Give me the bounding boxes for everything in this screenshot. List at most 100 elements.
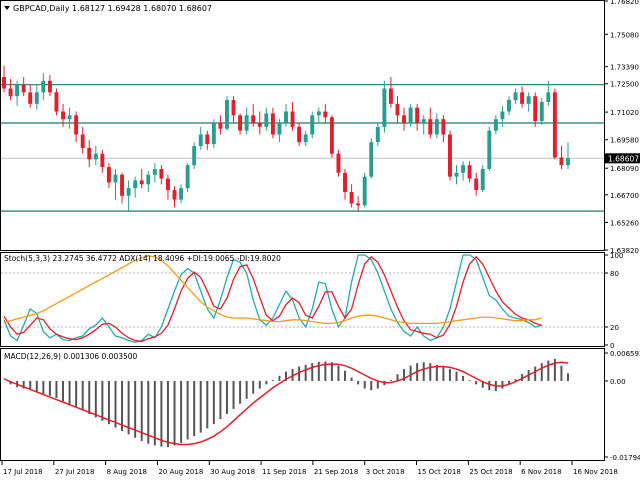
macd-label: MACD(12,26,9) 0.001306 0.003500 [4,352,138,361]
bearish-candle [54,92,59,112]
bullish-candle [244,115,249,131]
bearish-candle [218,123,223,129]
bearish-candle [467,165,472,179]
price-tick-label: 1.72500 [610,81,639,89]
price-tick-label: 1.66700 [610,192,639,200]
price-tick-label: 1.71020 [610,109,639,117]
bearish-candle [21,84,26,93]
bullish-candle [566,158,570,166]
bearish-candle [533,96,538,122]
time-tick-label: 16 Nov 2018 [573,468,618,476]
bullish-candle [362,176,367,206]
bullish-candle [93,153,98,160]
bullish-candle [264,113,269,127]
trading-chart-window[interactable]: GBPCAD,Daily 1.68127 1.69428 1.68070 1.6… [0,0,640,480]
bearish-candle [61,111,65,120]
bearish-candle [323,111,328,118]
stochastic-label: Stoch(5,3,3) 23.2745 36.4772 ADX(14) 18.… [4,254,281,263]
stochastic-tick-label: 0 [610,342,614,350]
price-tick-label: 1.69580 [610,137,639,145]
price-tick-label: 1.76820 [610,0,639,6]
time-tick-label: 8 Aug 2018 [107,468,147,476]
time-tick-label: 17 Jul 2018 [3,468,43,476]
bearish-candle [120,174,125,196]
bullish-candle [546,92,551,102]
bearish-candle [2,77,6,89]
bearish-candle [205,134,210,145]
bullish-candle [487,130,492,169]
bullish-candle [113,174,118,183]
bearish-candle [356,203,361,206]
bearish-candle [552,92,557,158]
bearish-candle [159,168,164,179]
bearish-candle [165,178,170,191]
bearish-candle [395,103,400,116]
bearish-candle [474,178,479,191]
bullish-candle [539,101,544,122]
bearish-candle [336,153,341,173]
bullish-candle [461,165,466,173]
bullish-candle [316,111,321,116]
bullish-candle [41,80,46,93]
bearish-candle [251,115,256,124]
time-tick-label: 6 Nov 2018 [521,468,561,476]
time-tick-label: 20 Aug 2018 [158,468,203,476]
bullish-candle [152,168,157,175]
bearish-candle [47,80,52,93]
bearish-candle [388,88,393,104]
bearish-candle [257,123,262,127]
bullish-candle [375,126,380,143]
bullish-candle [185,165,190,189]
bearish-candle [297,126,302,143]
bullish-candle [277,123,282,135]
bullish-candle [192,145,197,166]
bearish-candle [238,115,243,131]
bearish-candle [106,167,111,183]
bullish-candle [507,100,511,112]
stochastic-tick-label: 20 [610,324,619,332]
bearish-candle [559,157,564,166]
bullish-candle [480,168,485,191]
bullish-candle [34,92,39,104]
stochastic-tick-label: 100 [610,252,623,260]
price-tick-label: 1.75080 [610,31,639,39]
chart-canvas[interactable]: GBPCAD,Daily 1.68127 1.69428 1.68070 1.6… [0,0,640,480]
bearish-candle [402,115,407,124]
bearish-candle [87,147,92,160]
bearish-candle [270,113,275,135]
bearish-candle [447,134,452,177]
macd-tick-label: 0.006592 [610,350,640,358]
bullish-candle [211,123,216,145]
bullish-candle [284,111,288,124]
bearish-candle [8,88,13,97]
bullish-candle [526,96,531,104]
bearish-candle [329,117,334,154]
macd-tick-label: 0.00 [610,378,626,386]
price-tick-label: 1.68090 [610,165,639,173]
bearish-candle [441,119,446,135]
time-tick-label: 25 Oct 2018 [469,468,512,476]
bullish-candle [198,134,203,146]
price-tick-label: 1.73390 [610,64,639,72]
symbol-info: GBPCAD,Daily 1.68127 1.69428 1.68070 1.6… [13,4,212,13]
time-tick-label: 27 Jul 2018 [55,468,95,476]
bullish-candle [126,188,131,196]
bullish-candle [434,119,439,135]
bullish-candle [454,172,459,177]
bullish-candle [369,142,374,177]
bearish-candle [415,107,420,124]
bullish-candle [382,88,387,127]
bullish-candle [500,111,505,120]
bullish-candle [408,107,413,124]
bullish-candle [421,119,426,124]
bearish-candle [343,172,347,192]
time-tick-label: 11 Sep 2018 [262,468,306,476]
bullish-candle [513,92,518,101]
bearish-candle [100,153,105,168]
bearish-candle [80,134,85,148]
bearish-candle [74,115,79,135]
time-tick-label: 3 Oct 2018 [366,468,405,476]
bullish-candle [146,174,151,185]
bearish-candle [290,111,295,127]
bearish-candle [349,191,354,204]
